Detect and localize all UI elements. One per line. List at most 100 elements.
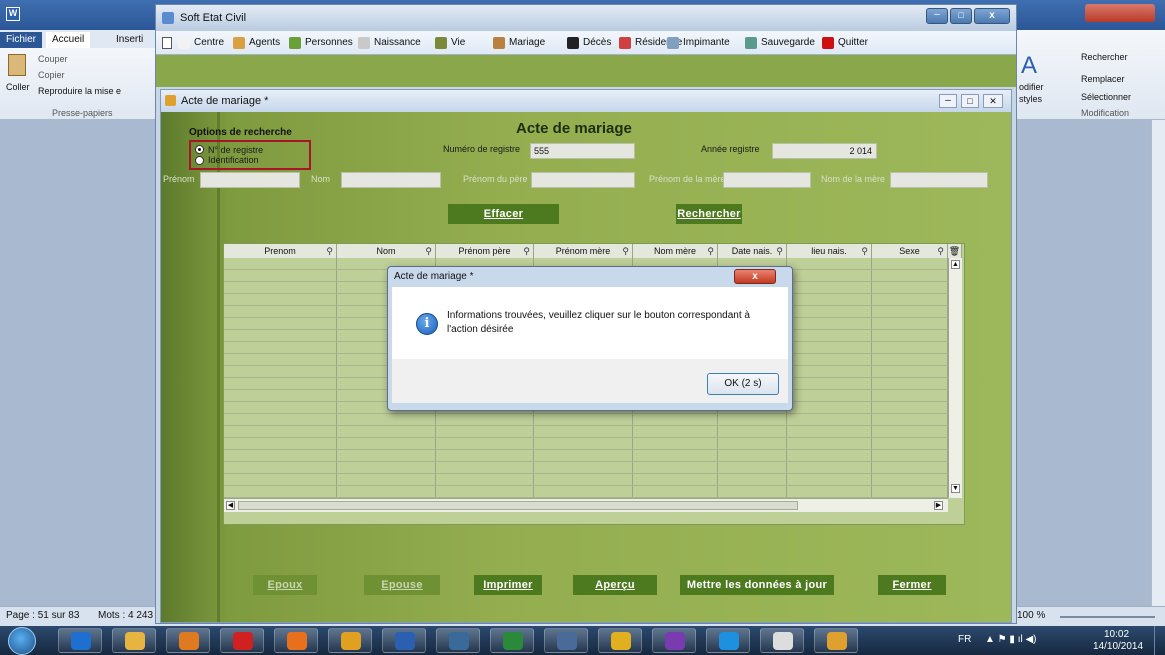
menu-quitter[interactable]: Quitter [822,35,868,51]
column-search-icon[interactable]: ⚲ [622,244,629,258]
rechercher-button[interactable]: Rechercher [1081,52,1128,62]
selectionner-button[interactable]: Sélectionner [1081,92,1131,102]
column-search-icon[interactable]: ⚲ [326,244,333,258]
table-row[interactable] [224,450,948,462]
table-row[interactable] [224,462,948,474]
menu-impimante[interactable]: Impimante [667,35,730,51]
grid-horizontal-scrollbar[interactable]: ◀ ▶ [224,498,948,512]
filter-nom-input[interactable] [341,172,441,188]
table-row[interactable] [224,474,948,486]
ok-button[interactable]: OK (2 s) [707,373,779,395]
table-row[interactable] [224,414,948,426]
child-maximize-button[interactable]: □ [961,94,979,108]
column-header[interactable]: Prenom ⚲ [224,244,337,258]
child-minimize-button[interactable]: – [939,94,957,108]
taskbar-excel-button[interactable] [490,628,534,653]
menu-mariage[interactable]: Mariage [493,35,545,51]
effacer-button[interactable]: Effacer [448,204,559,224]
delete-icon[interactable]: 🗑 [948,244,962,258]
menu-vie[interactable]: Vie [435,35,465,51]
column-search-icon[interactable]: ⚲ [425,244,432,258]
taskbar-skype-button[interactable] [706,628,750,653]
remplacer-button[interactable]: Remplacer [1081,74,1125,84]
scroll-thumb[interactable] [238,501,798,510]
scroll-up-icon[interactable]: ▲ [951,260,960,269]
taskbar-ie-button[interactable] [58,628,102,653]
column-search-icon[interactable]: ⚲ [707,244,714,258]
taskbar-doc-button[interactable] [760,628,804,653]
column-search-icon[interactable]: ⚲ [937,244,944,258]
menu-personnes[interactable]: Personnes [289,35,353,51]
menu-deces[interactable]: Décès [567,35,611,51]
tab-accueil[interactable]: Accueil [46,32,91,48]
language-indicator[interactable]: FR [958,634,971,645]
column-header[interactable]: Prénom mère ⚲ [534,244,633,258]
rechercher-button[interactable]: Rechercher [676,204,742,224]
maximize-button[interactable]: □ [950,8,972,24]
radio-num-registre[interactable] [195,145,204,154]
tab-fichier[interactable]: Fichier [0,32,43,48]
taskbar-viber-button[interactable] [652,628,696,653]
couper-button[interactable]: Couper [38,54,68,64]
imprimer-button[interactable]: Imprimer [474,575,542,595]
modifier-label[interactable]: odifier [1019,82,1044,92]
copier-button[interactable]: Copier [38,70,65,80]
taskbar-media2-button[interactable] [436,628,480,653]
taskbar-media-button[interactable] [166,628,210,653]
grid-vertical-scrollbar[interactable]: ▲ ▼ [948,258,962,498]
filter-nom-mere-input[interactable] [890,172,988,188]
apercu-button[interactable]: Aperçu [573,575,657,595]
column-header[interactable]: Prénom père ⚲ [436,244,534,258]
filter-pere-input[interactable] [531,172,635,188]
menu-sauvegarde[interactable]: Sauvegarde [745,35,815,51]
clock-time[interactable]: 10:02 [1104,629,1129,640]
filter-mere-input[interactable] [723,172,811,188]
taskbar-explorer-button[interactable] [112,628,156,653]
table-row[interactable] [224,438,948,450]
word-window-controls[interactable] [1085,4,1155,22]
column-search-icon[interactable]: ⚲ [861,244,868,258]
epoux-button[interactable]: Epoux [253,575,317,595]
column-header[interactable]: Nom mère ⚲ [633,244,718,258]
num-registre-input[interactable]: 555 [530,143,635,159]
coller-label[interactable]: Coller [6,82,30,92]
close-button[interactable]: x [974,8,1010,24]
taskbar-outlook-button[interactable] [328,628,372,653]
tray-icons[interactable]: ▲ ⚑ ▮ ıl ◀) [985,634,1037,645]
table-row[interactable] [224,426,948,438]
taskbar-chrome-button[interactable] [598,628,642,653]
tab-insertion[interactable]: Inserti [110,32,149,48]
scroll-left-icon[interactable]: ◀ [226,501,235,510]
clock-date[interactable]: 14/10/2014 [1093,641,1143,652]
radio-identification[interactable] [195,156,204,165]
table-row[interactable] [224,486,948,498]
menu-naissance[interactable]: Naissance [358,35,421,51]
start-button[interactable] [8,627,36,655]
mettre-a-jour-button[interactable]: Mettre les données à jour [680,575,834,595]
reproduire-button[interactable]: Reproduire la mise e [38,86,121,96]
column-header[interactable]: Nom ⚲ [337,244,436,258]
fermer-button[interactable]: Fermer [878,575,946,595]
show-desktop-button[interactable] [1154,626,1165,655]
column-header[interactable]: lieu nais. ⚲ [787,244,872,258]
menu-centre[interactable]: Centre [178,35,224,51]
taskbar-app-button[interactable] [544,628,588,653]
styles-label[interactable]: styles [1019,94,1042,104]
filter-prenom-input[interactable] [200,172,300,188]
word-scrollbar[interactable] [1151,120,1165,606]
dialog-close-button[interactable]: x [734,269,776,284]
child-close-button[interactable]: ✕ [983,94,1003,108]
taskbar-firefox-button[interactable] [274,628,318,653]
menu-agents[interactable]: Agents [233,35,280,51]
scroll-down-icon[interactable]: ▼ [951,484,960,493]
scroll-right-icon[interactable]: ▶ [934,501,943,510]
column-header[interactable]: Date nais. ⚲ [718,244,787,258]
column-header[interactable]: Sexe ⚲ [872,244,948,258]
column-search-icon[interactable]: ⚲ [523,244,530,258]
annee-input[interactable]: 2 014 [772,143,877,159]
taskbar-opera-button[interactable] [220,628,264,653]
epouse-button[interactable]: Epouse [364,575,440,595]
minimize-button[interactable]: – [926,8,948,24]
column-search-icon[interactable]: ⚲ [776,244,783,258]
taskbar-word-button[interactable] [382,628,426,653]
